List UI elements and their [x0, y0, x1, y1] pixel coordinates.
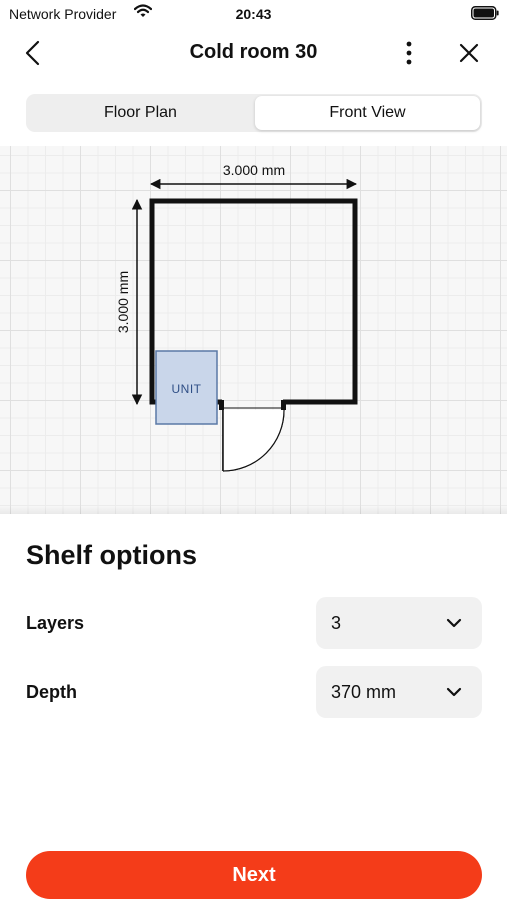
chevron-down-icon: [446, 687, 462, 697]
depth-value: 370 mm: [331, 682, 397, 702]
floor-plan-canvas[interactable]: 3.000 mm 3.000 mm UNIT: [0, 146, 507, 514]
door-jamb-left: [219, 400, 224, 410]
screen: Network Provider 20:43 Cold room 30 Floo…: [0, 0, 507, 900]
page-title: Cold room 30: [189, 41, 318, 63]
chevron-down-icon: [446, 618, 462, 628]
battery-icon: [471, 6, 499, 20]
tab-floor-plan[interactable]: Floor Plan: [28, 96, 253, 130]
depth-label: Depth: [26, 682, 77, 702]
close-button[interactable]: [454, 38, 484, 68]
sheet-title: Shelf options: [26, 540, 197, 570]
height-dimension-label: 3.000 mm: [115, 271, 131, 333]
more-options-button[interactable]: [396, 38, 422, 68]
layers-value: 3: [331, 613, 342, 633]
header: Cold room 30: [0, 28, 507, 78]
layers-label: Layers: [26, 613, 85, 633]
more-vertical-icon: [406, 41, 412, 65]
status-bar: Network Provider 20:43: [0, 0, 507, 28]
door-jamb-right: [281, 400, 286, 410]
unit-block[interactable]: UNIT: [155, 350, 218, 425]
close-icon: [459, 43, 479, 63]
next-button[interactable]: Next: [26, 851, 482, 899]
floor-plan-drawing: 3.000 mm 3.000 mm UNIT: [115, 162, 358, 472]
status-time: 20:43: [235, 6, 272, 22]
door-swing-fill: [223, 410, 284, 471]
depth-select[interactable]: 370 mm: [316, 666, 482, 718]
view-segmented-control: Floor Plan Front View: [26, 94, 482, 132]
layers-select[interactable]: 3: [316, 597, 482, 649]
tab-front-view[interactable]: Front View: [255, 96, 480, 130]
width-dimension-label: 3.000 mm: [223, 162, 285, 178]
unit-label: UNIT: [172, 382, 202, 396]
